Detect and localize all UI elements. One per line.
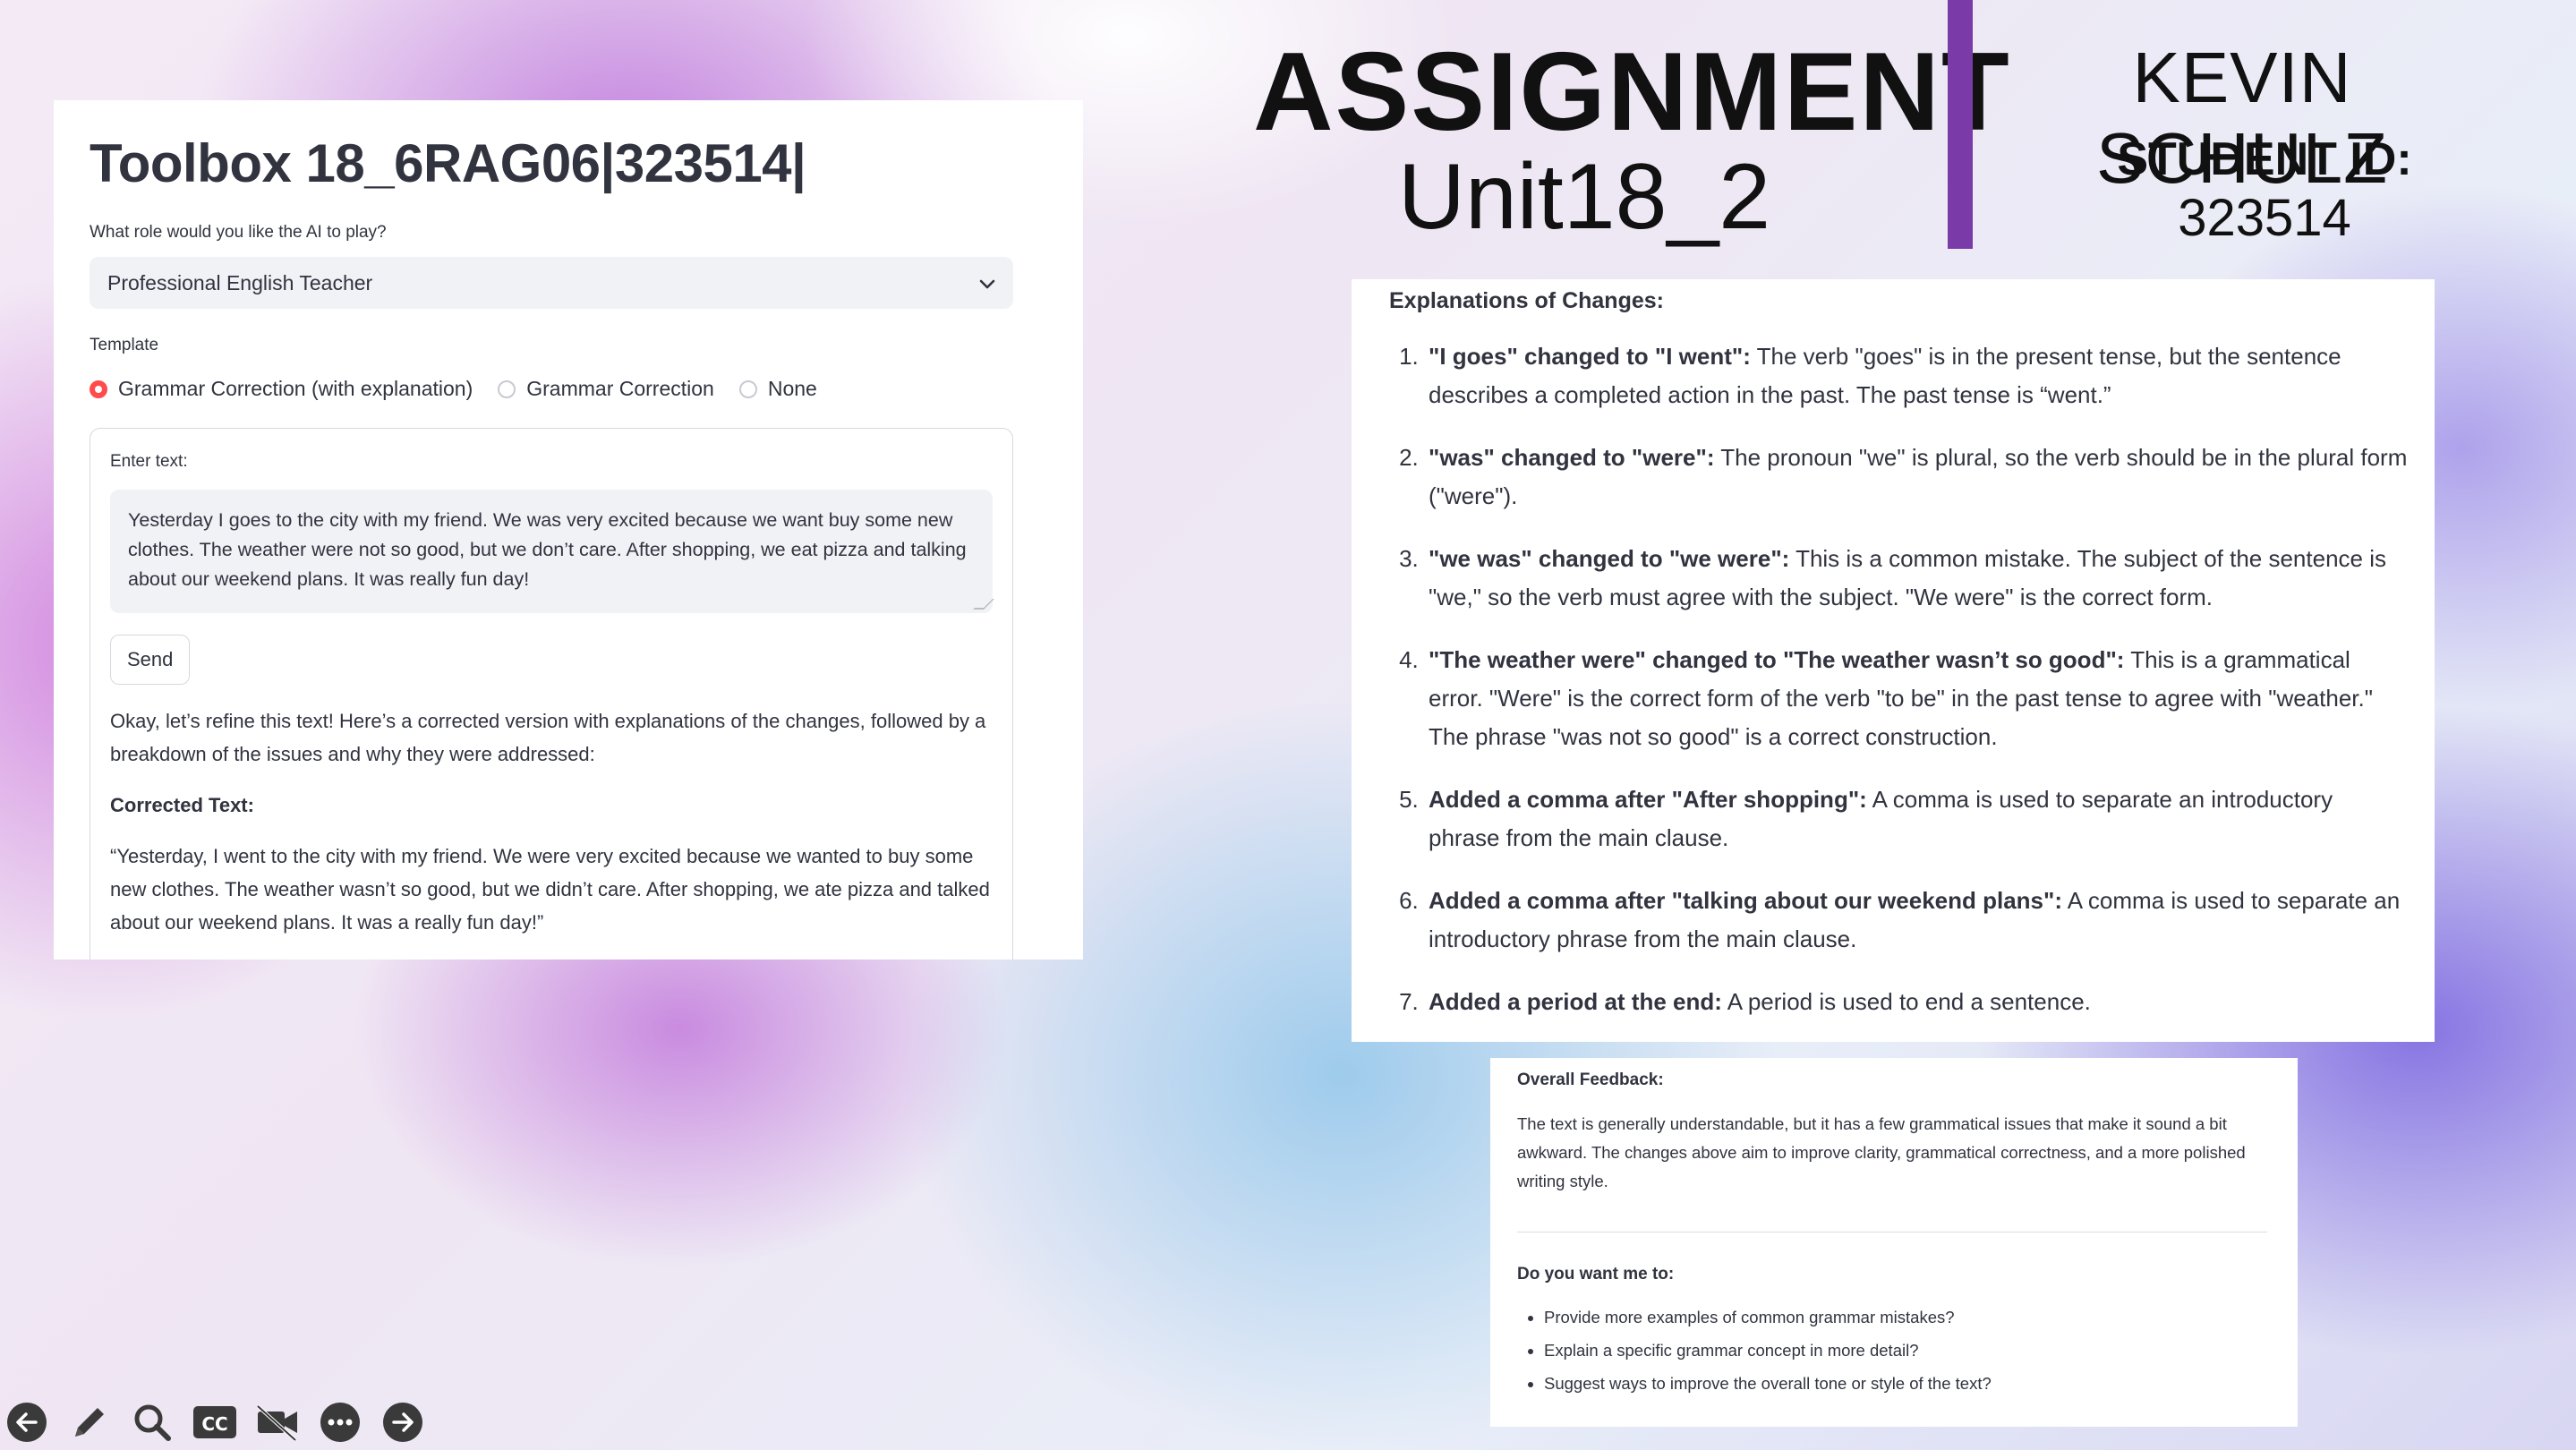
list-item: Provide more examples of common grammar … (1544, 1301, 2267, 1334)
role-label: What role would you like the AI to play? (90, 223, 387, 242)
role-select[interactable]: Professional English Teacher (90, 257, 1013, 309)
pen-icon[interactable] (66, 1399, 113, 1446)
corrected-heading: Corrected Text: (110, 794, 254, 816)
app-title: Toolbox 18_6RAG06|323514| (90, 133, 806, 193)
assignment-title: ASSIGNMENT (1253, 30, 2011, 154)
presentation-toolbar: CC (4, 1399, 442, 1446)
role-select-value: Professional English Teacher (107, 270, 373, 294)
radio-grammar-correction[interactable]: Grammar Correction (498, 377, 714, 401)
list-item: Suggest ways to improve the overall tone… (1544, 1367, 2267, 1400)
student-id: 323514 (2178, 189, 2351, 247)
list-item: "The weather were" changed to "The weath… (1425, 641, 2408, 756)
more-icon[interactable] (317, 1399, 363, 1446)
template-radio-group: Grammar Correction (with explanation) Gr… (90, 377, 1047, 401)
student-id-label: STUDENT ID: (2117, 133, 2412, 185)
unit-title: Unit18_2 (1397, 145, 1771, 249)
feedback-body: The text is generally understandable, bu… (1517, 1114, 2246, 1190)
list-item: "we was" changed to "we were": This is a… (1425, 540, 2408, 617)
video-off-icon[interactable] (254, 1399, 301, 1446)
zoom-icon[interactable] (129, 1399, 175, 1446)
ai-response: Okay, let’s refine this text! Here’s a c… (110, 704, 993, 939)
radio-label: None (767, 377, 817, 400)
radio-label: Grammar Correction (526, 377, 714, 400)
chevron-down-icon (979, 271, 995, 295)
text-form: Enter text: Yesterday I goes to the city… (90, 428, 1013, 960)
explanations-list: "I goes" changed to "I went": The verb "… (1389, 337, 2408, 1021)
list-item: Explain a specific grammar concept in mo… (1544, 1334, 2267, 1367)
send-button[interactable]: Send (110, 635, 191, 685)
svg-text:CC: CC (201, 1413, 227, 1435)
arrow-left-icon[interactable] (4, 1399, 50, 1446)
enter-text-label: Enter text: (110, 452, 188, 471)
radio-unselected-icon (498, 380, 516, 398)
text-input[interactable]: Yesterday I goes to the city with my fri… (110, 490, 993, 613)
corrected-text: “Yesterday, I went to the city with my f… (110, 845, 990, 934)
feedback-panel: Overall Feedback: The text is generally … (1490, 1058, 2298, 1427)
list-item: Added a comma after "After shopping": A … (1425, 780, 2408, 857)
template-label: Template (90, 336, 159, 354)
header-divider (1948, 0, 1973, 249)
radio-grammar-correction-explained[interactable]: Grammar Correction (with explanation) (90, 377, 473, 401)
feedback-question: Do you want me to: (1517, 1265, 1675, 1284)
captions-icon[interactable]: CC (192, 1399, 238, 1446)
explanations-panel: Explanations of Changes: "I goes" change… (1352, 279, 2435, 1042)
list-item: Added a period at the end: A period is u… (1425, 983, 2408, 1021)
radio-selected-icon (90, 380, 107, 398)
radio-label: Grammar Correction (with explanation) (118, 377, 473, 400)
list-item: Added a comma after "talking about our w… (1425, 882, 2408, 959)
list-item: "I goes" changed to "I went": The verb "… (1425, 337, 2408, 414)
arrow-right-icon[interactable] (380, 1399, 426, 1446)
feedback-options: Provide more examples of common grammar … (1517, 1301, 2267, 1400)
radio-none[interactable]: None (738, 377, 817, 401)
list-item: "was" changed to "were": The pronoun "we… (1425, 439, 2408, 516)
feedback-heading: Overall Feedback: (1517, 1070, 1664, 1089)
explanations-heading: Explanations of Changes: (1389, 288, 1664, 313)
response-intro: Okay, let’s refine this text! Here’s a c… (110, 710, 986, 765)
radio-unselected-icon (738, 380, 757, 398)
app-panel: Toolbox 18_6RAG06|323514| What role woul… (54, 100, 1083, 960)
